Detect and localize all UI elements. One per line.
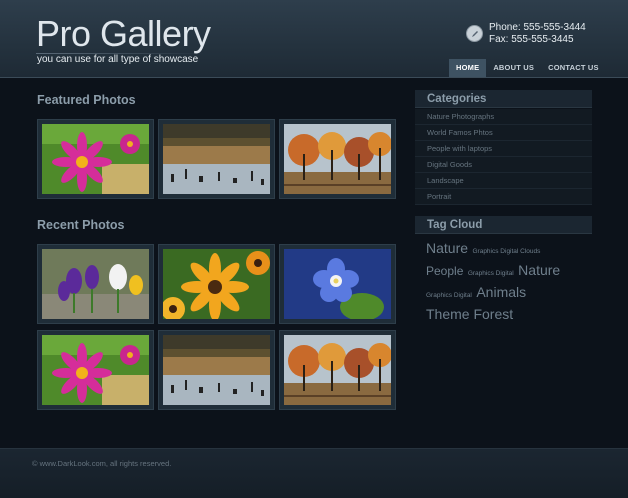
header: Pro Gallery you can use for all type of … (0, 0, 628, 78)
nav-home[interactable]: HOME (449, 59, 487, 77)
nav-contact-us[interactable]: CONTACT US (541, 59, 606, 77)
contact-phone: Phone: 555-555-3444 (489, 22, 586, 33)
tag-cloud: Nature Graphics Digital Clouds People Gr… (426, 237, 596, 325)
tag-cloud-heading: Tag Cloud (415, 216, 592, 234)
tag-link[interactable]: Nature (426, 240, 468, 256)
autumn-trees-photo (284, 124, 391, 194)
featured-photo-1[interactable] (37, 119, 154, 199)
site-logo-title[interactable]: Pro Gallery (36, 14, 211, 54)
blue-flower-photo (284, 249, 391, 319)
contact-fax: Fax: 555-555-3445 (489, 34, 574, 45)
site-tagline: you can use for all type of showcase (37, 54, 199, 65)
pink-dahlia-photo (42, 335, 149, 405)
footer: © www.DarkLook.com, all rights reserved. (0, 448, 628, 498)
lake-trees-photo (163, 335, 270, 405)
featured-photos-heading: Featured Photos (37, 93, 136, 107)
tag-link[interactable]: People (426, 264, 463, 278)
category-item[interactable]: Digital Goods (415, 157, 592, 173)
featured-photo-3[interactable] (279, 119, 396, 199)
category-item[interactable]: World Famos Phtos (415, 125, 592, 141)
recent-photo-6[interactable] (279, 330, 396, 410)
tag-link[interactable]: Graphics Digital (426, 292, 472, 299)
categories-list: Nature Photographs World Famos Phtos Peo… (415, 109, 592, 205)
recent-photo-1[interactable] (37, 244, 154, 324)
orange-daisies-photo (163, 249, 270, 319)
categories-heading: Categories (415, 90, 592, 108)
recent-photo-5[interactable] (158, 330, 275, 410)
tag-link[interactable]: Graphics Digital (468, 270, 514, 277)
crocus-flowers-photo (42, 249, 149, 319)
tag-link[interactable]: Nature (518, 262, 560, 278)
tag-link[interactable]: Graphics Digital Clouds (472, 248, 540, 255)
main-nav: HOME ABOUT US CONTACT US (449, 59, 606, 77)
category-item[interactable]: Nature Photographs (415, 109, 592, 125)
category-item[interactable]: People with laptops (415, 141, 592, 157)
recent-photo-4[interactable] (37, 330, 154, 410)
pencil-icon (466, 25, 483, 42)
tag-link[interactable]: Animals (476, 284, 526, 300)
category-item[interactable]: Portrait (415, 189, 592, 205)
tag-link[interactable]: Theme Forest (426, 306, 513, 322)
featured-photo-2[interactable] (158, 119, 275, 199)
recent-photos-heading: Recent Photos (37, 218, 125, 232)
recent-photo-3[interactable] (279, 244, 396, 324)
nav-about-us[interactable]: ABOUT US (486, 59, 541, 77)
category-item[interactable]: Landscape (415, 173, 592, 189)
copyright-text: © www.DarkLook.com, all rights reserved. (32, 459, 172, 468)
lake-trees-photo (163, 124, 270, 194)
autumn-trees-photo (284, 335, 391, 405)
pink-dahlia-photo (42, 124, 149, 194)
recent-photo-2[interactable] (158, 244, 275, 324)
